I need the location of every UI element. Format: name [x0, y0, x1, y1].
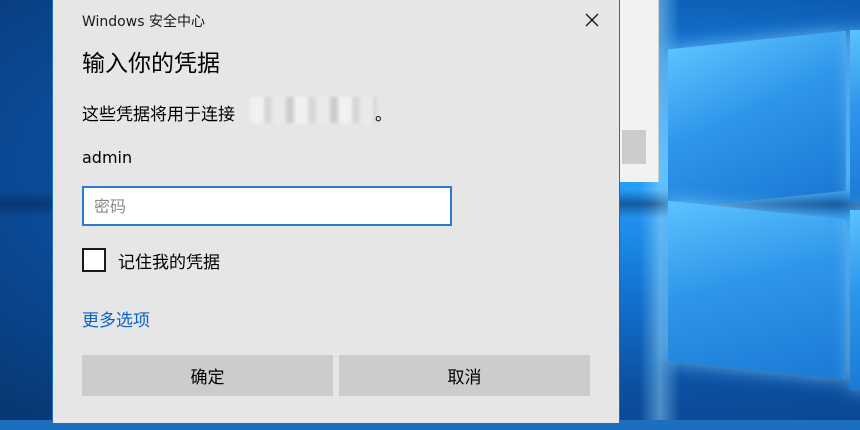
background-window-button	[622, 130, 646, 164]
close-icon	[585, 13, 599, 27]
redacted-host-name	[250, 97, 376, 123]
title-bar: Windows 安全中心	[53, 0, 619, 39]
wallpaper-window-pane	[850, 210, 860, 390]
more-options-link[interactable]: 更多选项	[82, 306, 150, 331]
password-input[interactable]	[82, 186, 452, 226]
remember-label: 记住我的凭据	[118, 253, 220, 273]
connection-description: 这些凭据将用于连接	[82, 105, 235, 125]
app-title: Windows 安全中心	[82, 14, 205, 30]
wallpaper-window-pane	[668, 30, 846, 210]
close-button[interactable]	[575, 5, 609, 35]
cancel-button[interactable]: 取消	[339, 355, 590, 396]
wallpaper-window-pane	[850, 30, 860, 202]
description-end: 。	[375, 105, 392, 125]
wallpaper-window-pane	[668, 200, 846, 380]
credential-dialog: Windows 安全中心 输入你的凭据 这些凭据将用于连接 。 admin 记住…	[52, 0, 620, 424]
username-label: admin	[82, 148, 133, 167]
dialog-heading: 输入你的凭据	[82, 51, 220, 77]
ok-button[interactable]: 确定	[82, 355, 333, 396]
remember-checkbox[interactable]	[82, 248, 106, 272]
